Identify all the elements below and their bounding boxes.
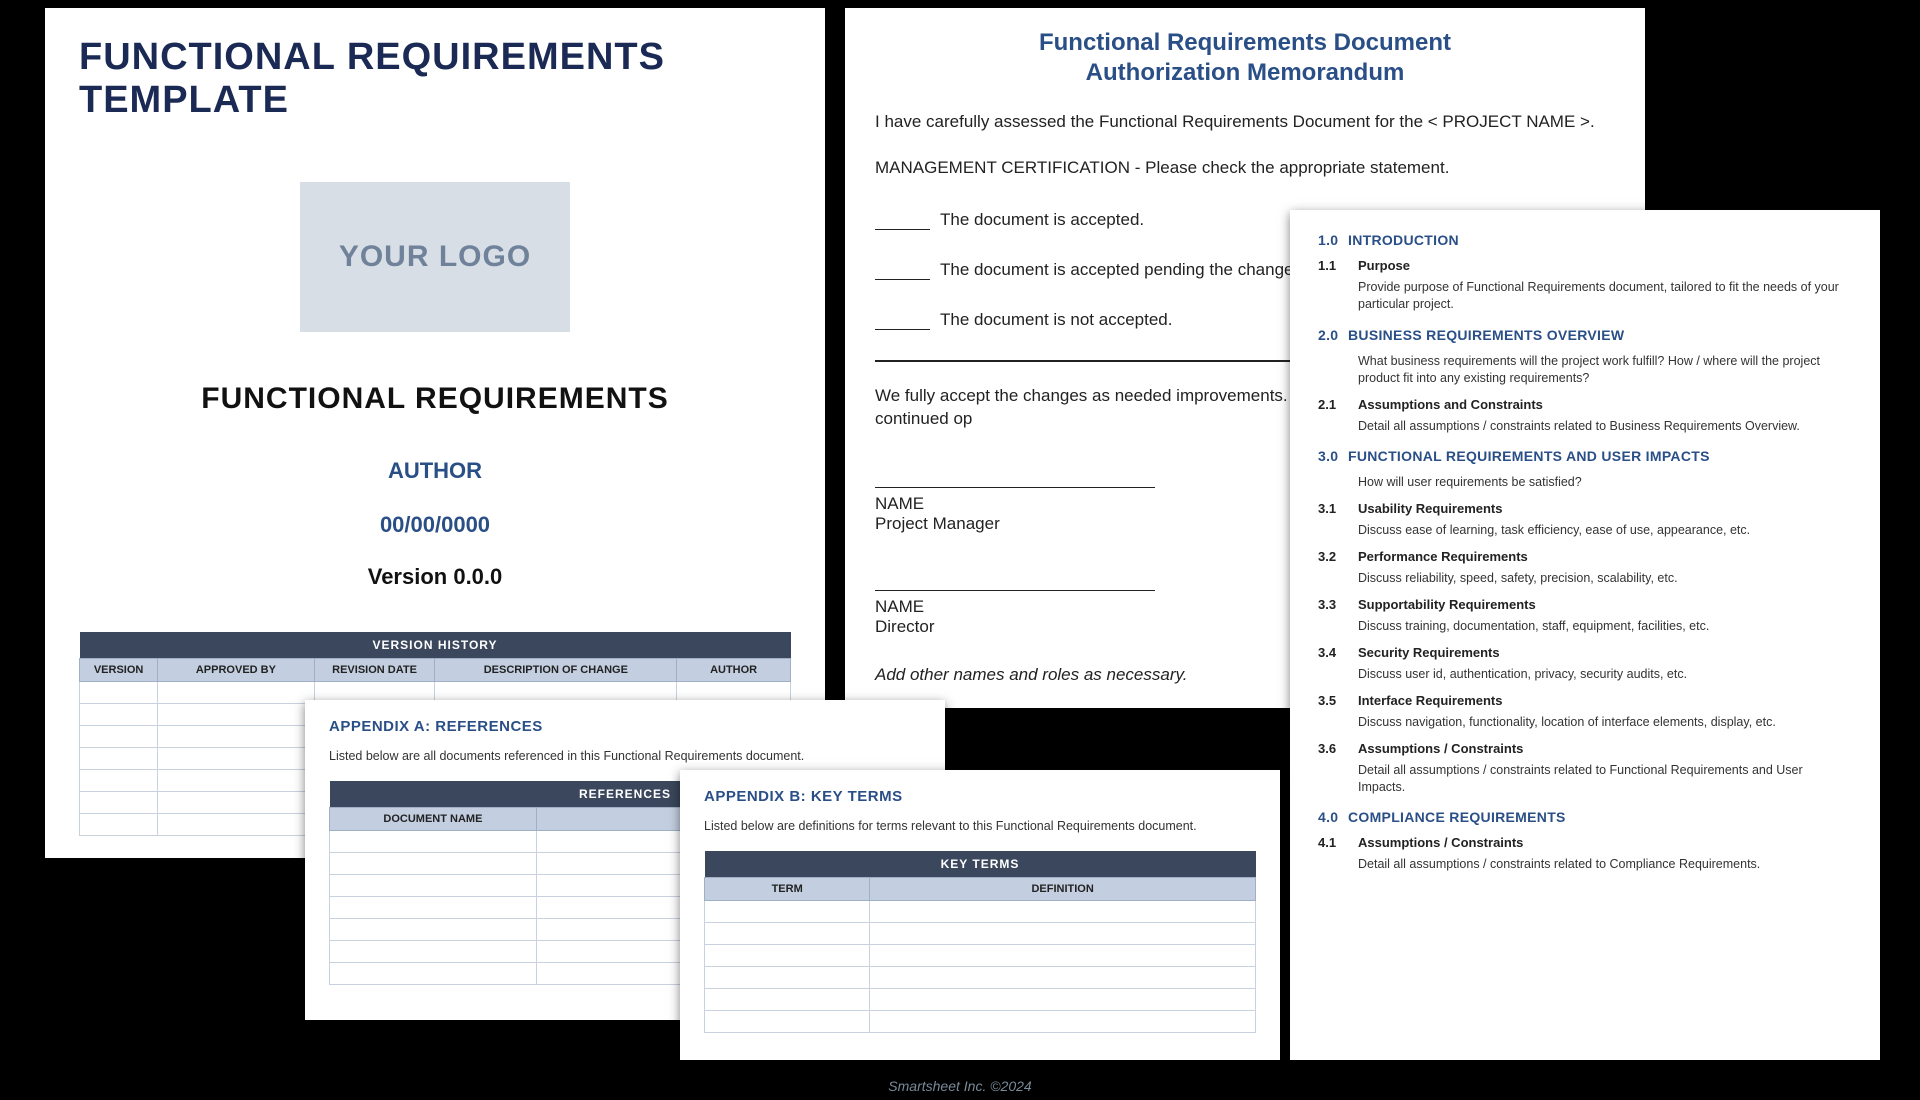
col-desc: DESCRIPTION OF CHANGE	[435, 659, 677, 682]
col-author: AUTHOR	[677, 659, 791, 682]
toc-subsection: 3.4Security Requirements	[1318, 645, 1852, 660]
toc-subsection: 3.3Supportability Requirements	[1318, 597, 1852, 612]
blank-line	[875, 316, 930, 330]
col-term: TERM	[705, 878, 870, 901]
toc-subsection: 3.2Performance Requirements	[1318, 549, 1852, 564]
col-def: DEFINITION	[870, 878, 1256, 901]
memo-title: Functional Requirements Document Authori…	[875, 28, 1615, 88]
doc-title: FUNCTIONAL REQUIREMENTS TEMPLATE	[79, 36, 791, 122]
col-version: VERSION	[80, 659, 158, 682]
table-row	[705, 967, 1256, 989]
memo-cert: MANAGEMENT CERTIFICATION - Please check …	[875, 156, 1615, 180]
logo-text: YOUR LOGO	[339, 240, 531, 274]
section-4: 4.0COMPLIANCE REQUIREMENTS 4.1Assumption…	[1318, 809, 1852, 873]
signature-line	[875, 486, 1155, 488]
section-1: 1.0INTRODUCTION 1.1Purpose Provide purpo…	[1318, 232, 1852, 313]
table-row	[705, 989, 1256, 1011]
table-row	[705, 945, 1256, 967]
memo-intro: I have carefully assessed the Functional…	[875, 110, 1615, 134]
section-2: 2.0BUSINESS REQUIREMENTS OVERVIEW What b…	[1318, 327, 1852, 435]
col-revdate: REVISION DATE	[314, 659, 435, 682]
table-row	[705, 923, 1256, 945]
logo-placeholder: YOUR LOGO	[300, 182, 570, 332]
toc-sub-desc: Discuss navigation, functionality, locat…	[1358, 714, 1852, 731]
toc-subsection: 3.1Usability Requirements	[1318, 501, 1852, 516]
toc-sub-desc: Discuss training, documentation, staff, …	[1358, 618, 1852, 635]
footer-credit: Smartsheet Inc. ©2024	[0, 1078, 1920, 1094]
table-title: VERSION HISTORY	[80, 632, 791, 659]
toc-sub-desc: Discuss ease of learning, task efficienc…	[1358, 522, 1852, 539]
appendix-a-title: APPENDIX A: REFERENCES	[329, 718, 921, 735]
col-approved: APPROVED BY	[158, 659, 314, 682]
doc-version: Version 0.0.0	[79, 564, 791, 590]
signature-line	[875, 589, 1155, 591]
toc-sub-desc: Discuss user id, authentication, privacy…	[1358, 666, 1852, 683]
doc-subtitle: FUNCTIONAL REQUIREMENTS	[79, 382, 791, 416]
toc-subsection: 3.5Interface Requirements	[1318, 693, 1852, 708]
appendix-b-page: APPENDIX B: KEY TERMS Listed below are d…	[680, 770, 1280, 1060]
doc-author: AUTHOR	[79, 458, 791, 484]
section-3: 3.0FUNCTIONAL REQUIREMENTS AND USER IMPA…	[1318, 448, 1852, 795]
toc-subsection: 3.6Assumptions / Constraints	[1318, 741, 1852, 756]
doc-date: 00/00/0000	[79, 512, 791, 538]
table-row	[705, 901, 1256, 923]
appendix-b-desc: Listed below are definitions for terms r…	[704, 819, 1256, 833]
toc-sub-desc: Discuss reliability, speed, safety, prec…	[1358, 570, 1852, 587]
document-stage: FUNCTIONAL REQUIREMENTS TEMPLATE YOUR LO…	[20, 0, 1900, 1060]
toc-sub-desc: Detail all assumptions / constraints rel…	[1358, 762, 1852, 796]
toc-page: 1.0INTRODUCTION 1.1Purpose Provide purpo…	[1290, 210, 1880, 1060]
table-row	[705, 1011, 1256, 1033]
table-title: KEY TERMS	[705, 851, 1256, 878]
appendix-b-title: APPENDIX B: KEY TERMS	[704, 788, 1256, 805]
col-docname: DOCUMENT NAME	[330, 808, 537, 831]
blank-line	[875, 216, 930, 230]
appendix-a-desc: Listed below are all documents reference…	[329, 749, 921, 763]
blank-line	[875, 266, 930, 280]
key-terms-table: KEY TERMS TERM DEFINITION	[704, 851, 1256, 1033]
